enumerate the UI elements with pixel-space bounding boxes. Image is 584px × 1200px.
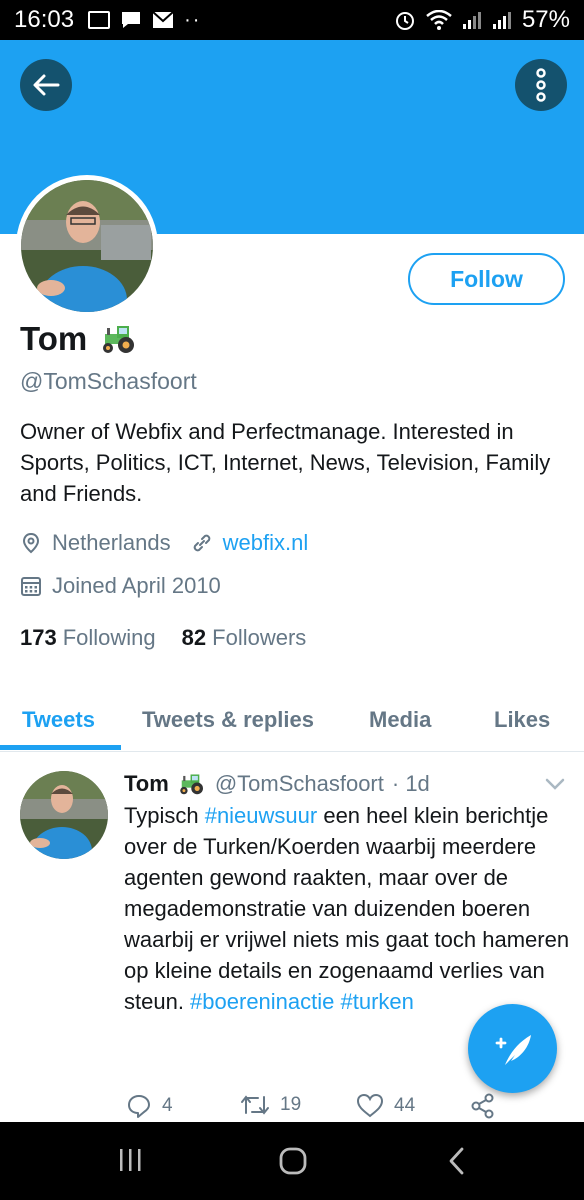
followers-label: Followers xyxy=(212,625,307,650)
profile-bio: Owner of Webfix and Perfectmanage. Inter… xyxy=(20,419,551,506)
profile-meta-location-website: Netherlands webfix.nl xyxy=(20,530,308,556)
retweet-icon xyxy=(241,1095,269,1115)
tweet-time: · 1d xyxy=(391,771,430,796)
compose-icon xyxy=(495,1034,531,1065)
share-button[interactable] xyxy=(470,1093,496,1119)
back-icon[interactable] xyxy=(446,1146,468,1176)
chat-notification-icon xyxy=(122,12,141,28)
reply-button[interactable]: 4 xyxy=(126,1093,173,1119)
profile-name-text: Tom xyxy=(20,320,88,357)
tab-tweets[interactable]: Tweets xyxy=(22,690,95,750)
alarm-icon xyxy=(395,12,414,30)
hashtag-boereninactie[interactable]: #boereninactie xyxy=(190,989,334,1014)
recents-icon[interactable] xyxy=(118,1146,144,1174)
tweet-text-part-2: een heel klein berichtje over de Turken/… xyxy=(124,803,570,1014)
followers-link[interactable]: 82 Followers xyxy=(182,625,307,651)
tractor-icon xyxy=(180,774,203,795)
signal-icon-1 xyxy=(462,12,481,29)
tweet-author-handle[interactable]: @TomSchasfoort xyxy=(215,771,384,797)
retweet-count: 19 xyxy=(280,1094,302,1115)
home-icon[interactable] xyxy=(278,1146,308,1176)
more-options-button[interactable] xyxy=(515,59,567,111)
tractor-icon xyxy=(103,326,135,353)
follow-button[interactable]: Follow xyxy=(408,253,565,305)
location-pin-icon xyxy=(22,532,40,554)
profile-name: Tom xyxy=(20,320,139,358)
battery-percentage: 57% xyxy=(521,6,570,33)
hashtag-nieuwsuur[interactable]: #nieuwsuur xyxy=(205,803,318,828)
tweet-author-name[interactable]: Tom xyxy=(124,771,169,797)
retweet-button[interactable]: 19 xyxy=(240,1093,301,1117)
tab-tweets-and-replies[interactable]: Tweets & replies xyxy=(142,690,314,750)
profile-meta-joined: Joined April 2010 xyxy=(20,573,221,599)
profile-avatar[interactable] xyxy=(16,175,158,334)
like-button[interactable]: 44 xyxy=(356,1093,415,1119)
tweet-actions: 4 19 44 xyxy=(124,1093,574,1123)
back-button[interactable] xyxy=(20,59,72,111)
reply-icon xyxy=(128,1095,150,1118)
reply-count: 4 xyxy=(162,1095,173,1116)
calendar-icon xyxy=(21,577,41,596)
status-time: 16:03 xyxy=(14,6,75,33)
mail-notification-icon xyxy=(152,11,174,28)
follow-counts: 173 Following 82 Followers xyxy=(20,625,306,651)
avatar-photo xyxy=(21,180,153,334)
more-vertical-icon xyxy=(536,68,546,102)
notification-icons: ·· xyxy=(88,9,201,32)
profile-handle: @TomSchasfoort xyxy=(20,368,197,394)
profile-location: Netherlands xyxy=(52,530,171,555)
tab-likes[interactable]: Likes xyxy=(494,690,550,750)
back-arrow-icon xyxy=(33,74,60,96)
followers-count: 82 xyxy=(181,625,207,650)
wifi-icon xyxy=(426,10,452,30)
tweet-text: Typisch #nieuwsuur een heel klein berich… xyxy=(124,800,574,1017)
like-count: 44 xyxy=(394,1095,416,1116)
profile-website-link[interactable]: webfix.nl xyxy=(223,530,309,556)
following-link[interactable]: 173 Following xyxy=(20,625,156,651)
hashtag-turken[interactable]: #turken xyxy=(341,989,414,1014)
tab-media[interactable]: Media xyxy=(369,690,431,750)
chevron-down-icon[interactable] xyxy=(544,776,566,792)
profile-tabs: Tweets Tweets & replies Media Likes xyxy=(0,690,584,752)
following-label: Following xyxy=(62,625,156,650)
share-icon xyxy=(471,1093,494,1119)
more-notifications-indicator: ·· xyxy=(184,8,202,31)
like-icon xyxy=(356,1093,384,1118)
tweet-header: Tom @TomSchasfoort · 1d xyxy=(124,771,430,797)
tweet-avatar[interactable] xyxy=(20,771,108,859)
tweet-text-part-1: Typisch xyxy=(124,803,205,828)
link-icon xyxy=(193,534,210,552)
status-bar: 16:03 ·· 57% xyxy=(0,0,584,40)
profile-joined-date: Joined April 2010 xyxy=(52,573,221,598)
compose-tweet-button[interactable] xyxy=(468,1004,557,1093)
following-count: 173 xyxy=(20,625,57,650)
system-navigation-bar xyxy=(0,1122,584,1200)
status-indicators: 57% xyxy=(394,6,570,34)
signal-icon-2 xyxy=(492,12,511,29)
active-tab-indicator xyxy=(0,745,121,750)
gallery-notification-icon xyxy=(88,11,111,29)
